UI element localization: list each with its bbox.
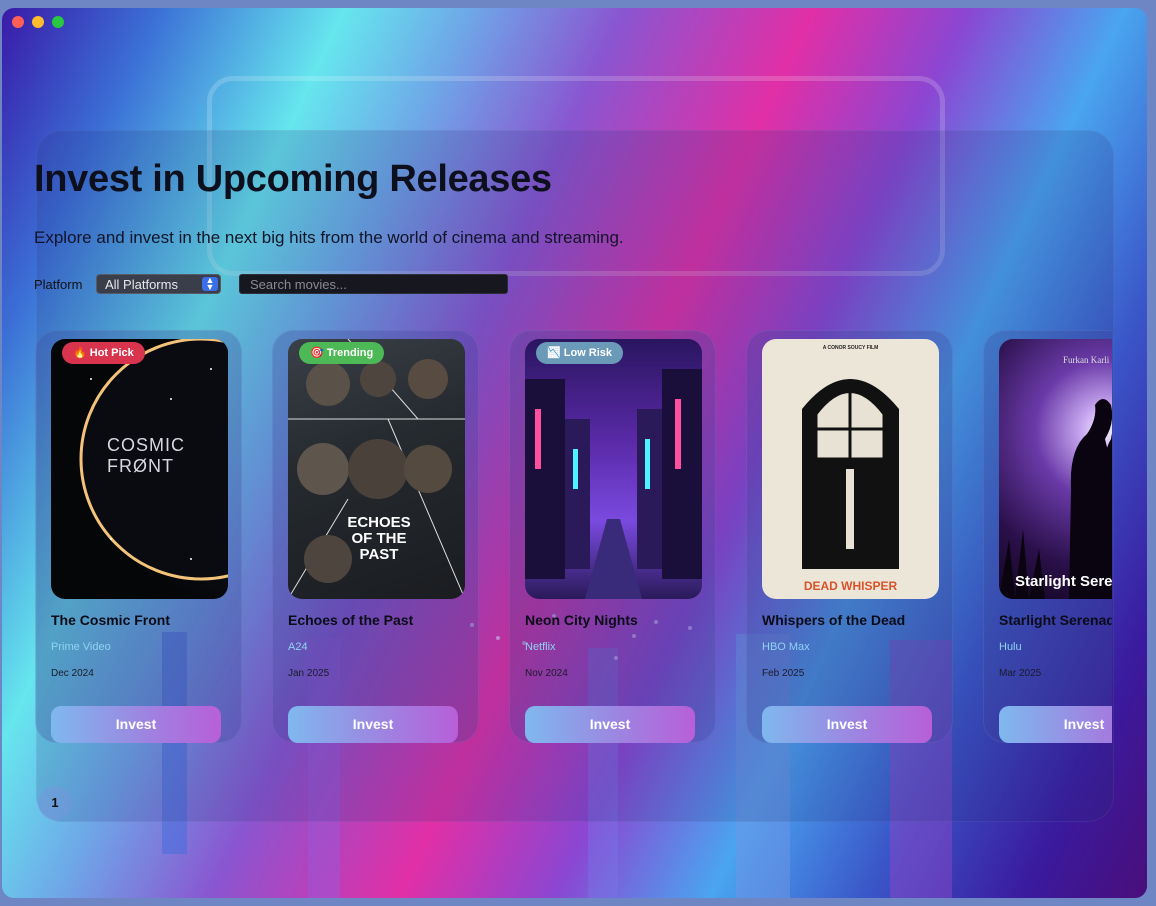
movie-poster: Furkan Karli Starlight Serenade [999,339,1112,599]
page-title: Invest in Upcoming Releases [34,158,552,200]
page-subtitle: Explore and invest in the next big hits … [34,228,624,247]
invest-button[interactable]: Invest [51,706,221,743]
platform-select[interactable]: All Platforms ▲ ▼ [96,274,221,294]
movie-release-date: Mar 2025 [999,668,1042,679]
movie-platform: Hulu [999,641,1022,653]
movie-platform: Netflix [525,641,556,653]
minimize-window-button[interactable] [32,16,44,28]
close-window-button[interactable] [12,16,24,28]
movie-card[interactable]: A CONOR SOUCY FILM DEAD WHISPER Whispers… [746,330,953,743]
movie-platform: HBO Max [762,641,810,653]
invest-button[interactable]: Invest [999,706,1112,743]
poster-title-text: ECHOES OF THE PAST [347,514,411,563]
poster-title-text: Starlight Serenade [1015,573,1112,590]
movie-platform: Prime Video [51,641,111,653]
movie-poster: COSMIC FRØNT [51,339,228,599]
movie-release-date: Feb 2025 [762,668,805,679]
movie-title: Starlight Serenade [999,612,1112,628]
platform-select-value: All Platforms [105,277,178,292]
movie-card[interactable]: Furkan Karli Starlight Serenade Starligh… [983,330,1112,743]
pagination-page-button[interactable]: 1 [38,786,72,820]
status-badge: 🎯 Trending [299,342,385,364]
invest-button[interactable]: Invest [762,706,932,743]
platform-filter-label: Platform [34,277,83,292]
movie-poster: ECHOES OF THE PAST [288,339,465,599]
movie-title: Neon City Nights [525,612,638,628]
movie-card[interactable]: COSMIC FRØNT 🔥 Hot Pick The Cosmic Front… [35,330,242,743]
window-controls [12,16,64,28]
movie-title: The Cosmic Front [51,612,171,628]
movie-poster: A CONOR SOUCY FILM DEAD WHISPER [762,339,939,599]
poster-title-text: COSMIC FRØNT [107,435,185,476]
invest-button[interactable]: Invest [288,706,458,743]
movie-release-date: Jan 2025 [288,668,330,679]
movie-title: Whispers of the Dead [762,612,906,628]
movie-title: Echoes of the Past [288,612,414,628]
status-badge: 🔥 Hot Pick [62,342,145,364]
arched-window-illustration [802,379,899,569]
movie-release-date: Nov 2024 [525,668,568,679]
movie-carousel[interactable]: COSMIC FRØNT 🔥 Hot Pick The Cosmic Front… [35,330,1112,750]
movie-poster [525,339,702,599]
invest-button[interactable]: Invest [525,706,695,743]
movie-card[interactable]: 📉 Low Risk Neon City Nights Netflix Nov … [509,330,716,743]
movie-platform: A24 [288,641,308,653]
poster-title-text: DEAD WHISPER [803,579,898,593]
movie-release-date: Dec 2024 [51,668,94,679]
couple-silhouette-illustration [999,399,1112,599]
neon-street-illustration [525,369,702,599]
search-input[interactable] [239,274,508,294]
select-arrows-icon: ▲ ▼ [202,276,218,292]
maximize-window-button[interactable] [52,16,64,28]
status-badge: 📉 Low Risk [536,342,624,364]
movie-card[interactable]: ECHOES OF THE PAST 🎯 Trending Echoes of … [272,330,479,743]
